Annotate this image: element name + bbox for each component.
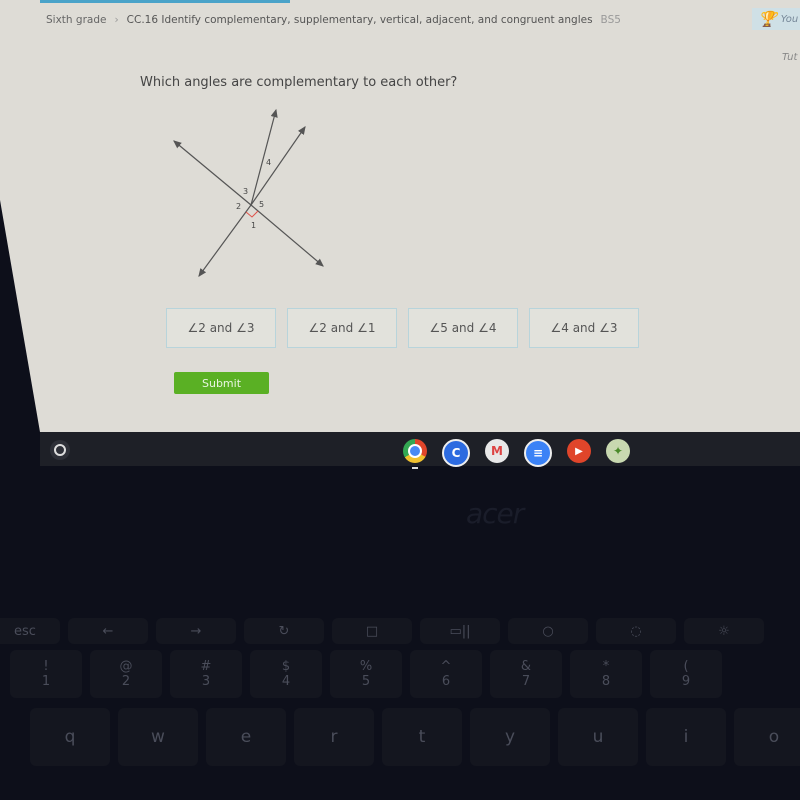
breadcrumb-skill: CC.16 Identify complementary, supplement… bbox=[126, 14, 593, 26]
chevron-right-icon: › bbox=[114, 14, 119, 26]
ray-up bbox=[250, 108, 278, 206]
trophy-icon: 🏆 bbox=[758, 10, 777, 28]
key-t[interactable]: t bbox=[382, 708, 462, 766]
answer-choices: ∠2 and ∠3 ∠2 and ∠1 ∠5 and ∠4 ∠4 and ∠3 bbox=[166, 308, 639, 348]
key-brightness-up[interactable]: ◌ bbox=[596, 618, 676, 644]
acer-logo: acer bbox=[466, 497, 524, 530]
key-3[interactable]: #3 bbox=[170, 650, 242, 698]
launcher-icon bbox=[54, 444, 66, 456]
key-6-main: 6 bbox=[441, 674, 451, 689]
key-1-main: 1 bbox=[41, 674, 51, 689]
key-e[interactable]: e bbox=[206, 708, 286, 766]
line-lower-right bbox=[250, 204, 324, 267]
choice-2-and-1[interactable]: ∠2 and ∠1 bbox=[287, 308, 397, 348]
key-8-shift: * bbox=[602, 659, 610, 674]
award-button[interactable]: 🏆 You bbox=[752, 8, 800, 30]
key-r[interactable]: r bbox=[294, 708, 374, 766]
key-2-shift: @ bbox=[119, 659, 133, 674]
key-3-main: 3 bbox=[201, 674, 211, 689]
right-angle-marker bbox=[245, 210, 259, 218]
youtube-icon[interactable]: ▶ bbox=[567, 439, 591, 463]
key-5-shift: % bbox=[359, 659, 373, 674]
key-1-shift: ! bbox=[43, 659, 49, 674]
key-refresh[interactable]: ↻ bbox=[244, 618, 324, 644]
skill-code: BS5 bbox=[600, 14, 621, 26]
key-3-shift: # bbox=[200, 659, 212, 674]
gmail-icon[interactable]: M bbox=[485, 439, 509, 463]
angle-label-2: 2 bbox=[236, 202, 241, 211]
key-9-main: 9 bbox=[681, 674, 691, 689]
key-6-shift: ^ bbox=[440, 659, 452, 674]
function-key-row: esc ← → ↻ □ ▭|| ○ ◌ ☼ bbox=[0, 618, 764, 644]
letter-key-row: q w e r t y u i o bbox=[30, 708, 800, 766]
key-y[interactable]: y bbox=[470, 708, 550, 766]
docs-icon[interactable]: ≡ bbox=[524, 439, 552, 467]
award-label: You bbox=[780, 13, 799, 25]
key-mute[interactable]: ☼ bbox=[684, 618, 764, 644]
choice-4-and-3[interactable]: ∠4 and ∠3 bbox=[529, 308, 639, 348]
key-esc[interactable]: esc bbox=[0, 618, 60, 644]
key-5-main: 5 bbox=[361, 674, 371, 689]
key-4[interactable]: $4 bbox=[250, 650, 322, 698]
key-4-main: 4 bbox=[281, 674, 291, 689]
key-overview[interactable]: ▭|| bbox=[420, 618, 500, 644]
breadcrumb-grade[interactable]: Sixth grade bbox=[46, 14, 106, 26]
green-app-icon[interactable]: ✦ bbox=[606, 439, 630, 463]
submit-button[interactable]: Submit bbox=[174, 372, 269, 394]
key-back[interactable]: ← bbox=[68, 618, 148, 644]
tutorial-link[interactable]: Tut bbox=[782, 52, 797, 63]
key-q[interactable]: q bbox=[30, 708, 110, 766]
screen: Sixth grade › CC.16 Identify complementary… bbox=[0, 0, 800, 432]
shelf-apps: C M ≡ ▶ ✦ bbox=[403, 439, 630, 469]
chrome-icon[interactable] bbox=[403, 439, 427, 469]
key-2[interactable]: @2 bbox=[90, 650, 162, 698]
angle-diagram: 3 4 2 5 1 bbox=[173, 108, 324, 277]
angle-label-3: 3 bbox=[243, 187, 248, 196]
ray-up-right bbox=[250, 126, 306, 206]
launcher-button[interactable] bbox=[50, 440, 70, 460]
breadcrumb: Sixth grade › CC.16 Identify complementary… bbox=[46, 14, 621, 26]
key-fullscreen[interactable]: □ bbox=[332, 618, 412, 644]
key-5[interactable]: % 5 bbox=[330, 650, 402, 698]
key-o[interactable]: o bbox=[734, 708, 800, 766]
ray-down-left bbox=[198, 204, 252, 277]
number-key-row: ! 1 @2 #3 $4 % 5 ^ 6 & 7 * 8 (9 bbox=[10, 650, 722, 698]
key-brightness-down[interactable]: ○ bbox=[508, 618, 588, 644]
line-upper-left-to-lower-right bbox=[173, 140, 252, 206]
key-9-shift: ( bbox=[683, 659, 689, 674]
key-7-shift: & bbox=[520, 659, 532, 674]
key-8[interactable]: * 8 bbox=[570, 650, 642, 698]
key-forward[interactable]: → bbox=[156, 618, 236, 644]
key-1[interactable]: ! 1 bbox=[10, 650, 82, 698]
key-6[interactable]: ^ 6 bbox=[410, 650, 482, 698]
key-w[interactable]: w bbox=[118, 708, 198, 766]
choice-5-and-4[interactable]: ∠5 and ∠4 bbox=[408, 308, 518, 348]
key-2-main: 2 bbox=[121, 674, 131, 689]
key-4-shift: $ bbox=[281, 659, 291, 674]
choice-2-and-3[interactable]: ∠2 and ∠3 bbox=[166, 308, 276, 348]
key-8-main: 8 bbox=[601, 674, 611, 689]
key-u[interactable]: u bbox=[558, 708, 638, 766]
top-accent-bar bbox=[40, 0, 290, 3]
classroom-icon[interactable]: C bbox=[442, 439, 470, 467]
question-text: Which angles are complementary to each o… bbox=[140, 75, 458, 90]
angle-label-4: 4 bbox=[266, 158, 271, 167]
angle-label-1: 1 bbox=[251, 221, 256, 230]
key-9[interactable]: (9 bbox=[650, 650, 722, 698]
key-7[interactable]: & 7 bbox=[490, 650, 562, 698]
key-7-main: 7 bbox=[521, 674, 531, 689]
angle-label-5: 5 bbox=[259, 200, 264, 209]
key-i[interactable]: i bbox=[646, 708, 726, 766]
